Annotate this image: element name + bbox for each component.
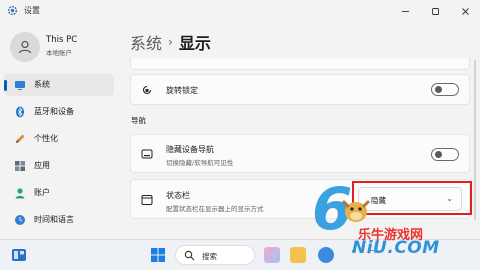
toggle-knob [435,151,442,158]
hide-device-nav-title: 隐藏设备导航 [166,145,214,154]
settings-gear-icon [7,5,18,16]
person-icon [18,40,32,54]
sidebar-item-label: 系统 [34,80,50,89]
avatar[interactable] [10,32,40,62]
profile-account-type: 本地账户 [46,49,72,57]
active-indicator [4,80,7,91]
file-explorer-icon[interactable] [290,247,306,263]
rotation-lock-toggle[interactable] [431,83,459,96]
window-title: 设置 [24,6,40,15]
close-button[interactable] [450,0,480,22]
sidebar-item-apps[interactable]: 应用 [4,155,114,177]
hide-device-nav-subtitle: 切换隐藏/软导航可见性 [166,159,234,167]
keyboard-icon [141,149,153,159]
taskbar-app-icon[interactable] [264,247,280,263]
page-title: 显示 [178,34,211,53]
sidebar-item-bluetooth[interactable]: 蓝牙和设备 [4,101,114,123]
sidebar-item-label: 蓝牙和设备 [34,107,74,116]
sidebar-item-label: 应用 [34,161,50,170]
breadcrumb-parent[interactable]: 系统 [130,30,162,54]
watermark-domain-text: NiU.COM [352,238,440,258]
apps-icon [14,160,26,172]
previous-setting-card [130,58,470,70]
status-bar-subtitle: 配置状态栏在显示器上的显示方式 [166,205,264,213]
pencil-icon [14,133,26,145]
rotation-lock-card: 旋转锁定 [130,74,470,105]
sidebar-item-time-language[interactable]: 时间和语言 [4,209,114,231]
profile-name: This PC [46,35,78,45]
hide-device-nav-card: 隐藏设备导航 切换隐藏/软导航可见性 [130,134,470,173]
bluetooth-icon [14,106,26,118]
status-bar-title: 状态栏 [166,191,190,200]
taskbar-search-box[interactable]: 搜索 [175,245,255,265]
watermark-cow-mascot-icon [342,200,370,222]
maximize-button[interactable] [420,0,450,22]
sidebar-item-label: 时间和语言 [34,215,74,224]
breadcrumb-separator: › [168,35,173,49]
sidebar-item-personalization[interactable]: 个性化 [4,128,114,150]
toggle-knob [435,86,442,93]
sidebar-item-accounts[interactable]: 账户 [4,182,114,204]
close-icon [461,7,469,15]
minimize-icon [401,10,409,12]
hide-device-nav-toggle[interactable] [431,148,459,161]
settings-app-icon[interactable] [318,247,334,263]
search-icon [184,250,195,261]
rotation-lock-title: 旋转锁定 [166,86,198,95]
rotation-lock-icon [142,85,152,95]
title-bar: 设置 [0,0,480,22]
windows-start-icon[interactable] [150,247,166,263]
sidebar-item-label: 个性化 [34,134,58,143]
scrollbar[interactable] [474,60,476,220]
section-heading-navigation: 导航 [131,116,146,125]
maximize-icon [431,7,439,15]
window-icon [141,195,153,205]
minimize-button[interactable] [390,0,420,22]
widgets-icon[interactable] [10,246,28,264]
sidebar-item-label: 账户 [34,188,50,197]
globe-clock-icon [14,214,26,226]
sidebar-item-system[interactable]: 系统 [4,74,114,96]
breadcrumb: 系统 › 显示 [130,30,211,54]
person-icon [14,187,26,199]
monitor-icon [14,79,26,91]
search-label: 搜索 [202,252,217,261]
